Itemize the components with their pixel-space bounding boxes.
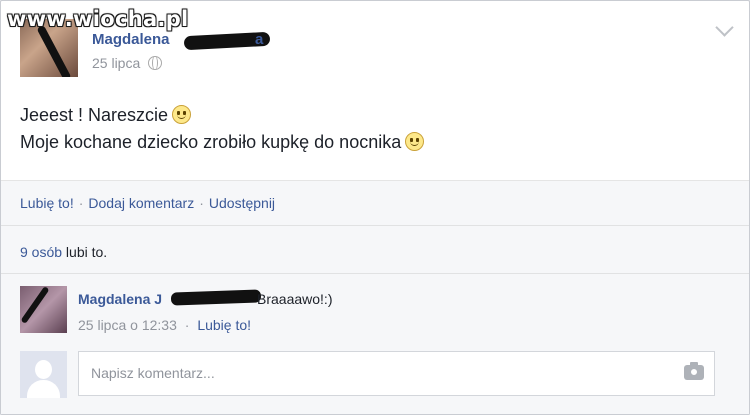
chevron-down-icon[interactable] [715,18,734,37]
post-line-1-text: Jeeest ! Nareszcie [20,105,169,125]
author-name-suffix[interactable]: a [255,31,263,48]
author-name-text[interactable]: Magdalena [92,31,170,48]
comment-input[interactable]: Napisz komentarz... [78,351,715,396]
author-name[interactable]: Magdalena [92,31,170,48]
divider [1,273,749,274]
post-actions: Lubię to! · Dodaj komentarz · Udostępnij [20,195,275,211]
post-meta: 25 lipca [92,55,163,71]
globe-icon[interactable] [148,56,163,70]
avatar-head [35,360,52,379]
watermark: www.wiocha.pl [7,7,189,31]
share-link[interactable]: Udostępnij [209,195,275,211]
comment-like-link[interactable]: Lubię to! [197,317,251,333]
likes-count-link[interactable]: 9 osób [20,244,62,260]
post-card: www.wiocha.pl Magdalena a 25 lipca Jeees… [0,0,750,415]
separator: · [184,317,190,333]
comment-time[interactable]: 25 lipca o 12:33 [78,317,177,333]
comment-text: Braaaawo!:) [257,291,333,307]
avatar-shoulders [27,380,60,398]
likes-suffix: lubi to. [62,244,108,260]
comment-meta: 25 lipca o 12:33 · Lubię to! [78,317,251,333]
camera-icon[interactable] [684,362,704,380]
post-line-1: Jeeest ! Nareszcie [20,102,424,129]
divider [1,225,749,226]
separator: · [199,195,204,211]
current-user-avatar [20,351,67,398]
like-link[interactable]: Lubię to! [20,195,74,211]
likes-summary: 9 osób lubi to. [20,244,107,260]
separator: · [78,195,84,211]
post-date[interactable]: 25 lipca [92,55,140,71]
commenter-name[interactable]: Magdalena J [78,291,162,307]
post-footer: Lubię to! · Dodaj komentarz · Udostępnij 9 o… [1,180,749,414]
redaction-mark [170,289,262,306]
comment-placeholder: Napisz komentarz... [91,365,215,381]
post-text: Jeeest ! Nareszcie Moje kochane dziecko … [20,102,425,156]
comment-link[interactable]: Dodaj komentarz [88,195,194,211]
avatar-scribble [36,24,72,77]
smiley-icon [405,132,425,151]
post-line-2-text: Moje kochane dziecko zrobiło kupkę do no… [20,132,402,152]
avatar-scribble [20,286,50,324]
post-line-2: Moje kochane dziecko zrobiło kupkę do no… [20,129,425,156]
commenter-avatar[interactable] [20,286,67,333]
smiley-icon [172,105,192,124]
